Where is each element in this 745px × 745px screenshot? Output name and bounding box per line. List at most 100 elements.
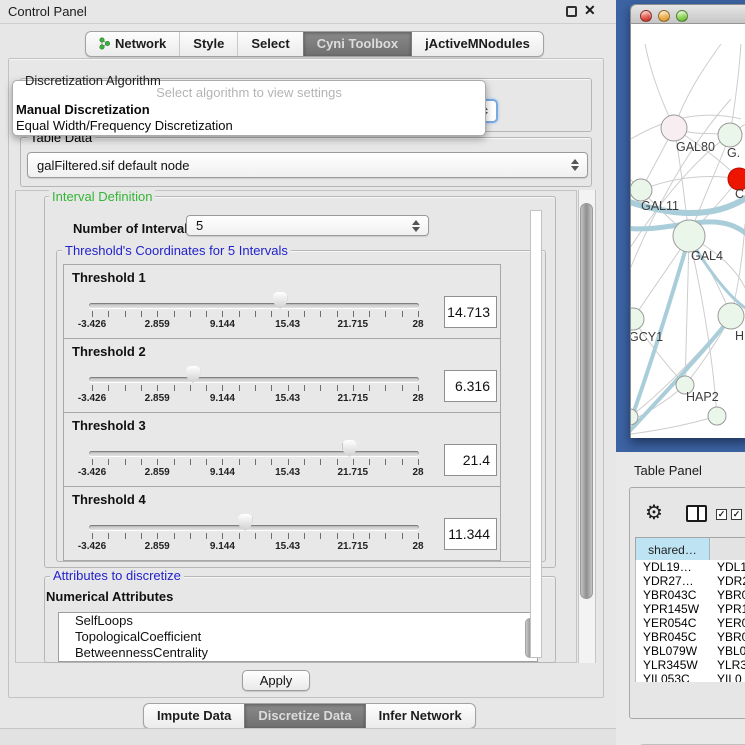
table-cell[interactable]: YPR145W [643,602,699,616]
tick-mark [141,311,142,317]
slider-track[interactable] [89,377,419,382]
checkbox-icon[interactable]: ✓ [716,509,727,520]
gear-icon[interactable]: ⚙ [645,500,663,525]
slider-track[interactable] [89,525,419,530]
node-label: GAL4 [691,249,723,263]
tick-mark [337,311,338,317]
threshold-value-field[interactable]: 14.713 [444,296,497,328]
tab-style[interactable]: Style [179,32,237,56]
node-table-body[interactable]: YDL19…YDL1YDR27…YDR2YBR043CYBR0YPR145WYP… [635,560,745,682]
tab-infer-network[interactable]: Infer Network [365,704,475,728]
checkbox-icon[interactable]: ✓ [731,509,742,520]
table-row[interactable]: YPR145W YPR1 [636,602,745,616]
network-edge[interactable] [730,44,741,135]
table-row[interactable]: YDL19… YDL1 [636,560,745,574]
table-cell[interactable]: YIL053C [643,672,690,682]
node-label: HAP2 [686,390,719,404]
slider-track[interactable] [89,451,419,456]
close-icon[interactable]: ✕ [584,2,596,19]
tick-label: -3.426 [62,541,122,552]
table-cell[interactable]: YBR0 [717,630,745,644]
tick-mark [271,311,272,317]
tick-mark [174,311,175,317]
threshold-value-field[interactable]: 11.344 [444,518,497,550]
table-cell[interactable]: YLR3 [717,658,745,672]
table-cell[interactable]: YDL19… [643,560,692,574]
apply-button[interactable]: Apply [242,670,310,691]
network-node-green[interactable] [718,303,744,329]
table-cell[interactable]: YER0 [717,616,745,630]
network-node-green[interactable] [673,220,705,252]
network-node-green[interactable] [631,308,644,330]
network-edge[interactable] [641,177,739,190]
tick-mark [255,311,256,317]
tick-mark [353,311,354,317]
tick-mark [108,385,109,391]
table-cell[interactable]: YLR345W [643,658,698,672]
table-data-combobox[interactable]: galFiltered.sif default node [27,152,588,178]
network-edge[interactable] [685,236,689,385]
number-of-intervals-combobox[interactable]: 5 [186,215,429,236]
table-row[interactable]: YIL053C YIL0 [636,672,745,682]
tab-select[interactable]: Select [237,32,302,56]
tab-cyni-toolbox[interactable]: Cyni Toolbox [303,32,411,56]
numerical-attributes-list[interactable]: SelfLoopsTopologicalCoefficientBetweenne… [58,612,538,662]
threshold-4-panel: Threshold 4 -3.4262.8599.14415.4321.7152… [63,486,501,561]
table-cell[interactable]: YPR1 [717,602,745,616]
table-cell[interactable]: YBL079W [643,644,697,658]
threshold-value-field[interactable]: 21.4 [444,444,497,476]
network-canvas[interactable]: GAL80G.CGAL11GAL4GCY1HHAP2 [630,24,745,438]
scrollbar-thumb[interactable] [580,203,593,599]
tick-label: 15.43 [258,393,318,404]
table-row[interactable]: YBL079W YBL0 [636,644,745,658]
slider-track[interactable] [89,303,419,308]
table-row[interactable]: YBR045C YBR0 [636,630,745,644]
tick-mark [92,533,93,539]
mac-minimize-button[interactable] [658,10,670,22]
tab-network[interactable]: Network [86,32,179,56]
tick-mark [206,459,207,465]
column-header-shared-name[interactable]: shared… [636,538,710,560]
table-cell[interactable]: YBR0 [717,588,745,602]
table-cell[interactable]: YDR2 [717,574,745,588]
mac-close-button[interactable] [640,10,652,22]
table-cell[interactable]: YDR27… [643,574,694,588]
table-cell[interactable]: YDL1 [717,560,745,574]
stepper-icon [412,220,421,232]
table-row[interactable]: YBR043C YBR0 [636,588,745,602]
tick-mark [288,459,289,465]
table-cell[interactable]: YBL0 [717,644,745,658]
columns-icon[interactable] [686,505,707,522]
mac-zoom-button[interactable] [676,10,688,22]
table-cell[interactable]: YBR043C [643,588,696,602]
table-row[interactable]: YDR27… YDR2 [636,574,745,588]
tick-mark [288,533,289,539]
tick-label: 9.144 [192,467,252,478]
inner-scrollbar-track[interactable] [530,210,542,658]
tab-impute-data[interactable]: Impute Data [144,704,244,728]
network-window-titlebar[interactable] [630,4,745,24]
table-row[interactable]: YER054C YER0 [636,616,745,630]
table-cell[interactable]: YIL0 [717,672,742,682]
table-row[interactable]: YLR345W YLR3 [636,658,745,672]
dropdown-item-manual-discretization[interactable]: Manual Discretization [16,102,150,117]
table-cell[interactable]: YER054C [643,616,696,630]
network-node-green[interactable] [718,123,742,147]
table-cell[interactable]: YBR045C [643,630,696,644]
tab-discretize-data[interactable]: Discretize Data [244,704,364,728]
network-edge[interactable] [631,416,717,434]
column-header-name[interactable]: na [711,538,745,560]
vertical-scrollbar[interactable] [578,190,596,663]
attribute-list-item[interactable]: SelfLoops [59,613,537,629]
tab-jactivemnodules[interactable]: jActiveMNodules [411,32,543,56]
tick-label: 2.859 [127,467,187,478]
attribute-list-item[interactable]: TopologicalCoefficient [59,629,537,645]
float-window-icon[interactable] [566,6,577,17]
threshold-value-field[interactable]: 6.316 [444,370,497,402]
dropdown-item-equal-width-frequency[interactable]: Equal Width/Frequency Discretization [16,118,233,133]
network-node-pink[interactable] [661,115,687,141]
attribute-list-item[interactable]: BetweennessCentrality [59,645,537,661]
tick-mark [369,311,370,317]
network-node-green[interactable] [708,407,726,425]
network-node-green[interactable] [631,179,652,201]
